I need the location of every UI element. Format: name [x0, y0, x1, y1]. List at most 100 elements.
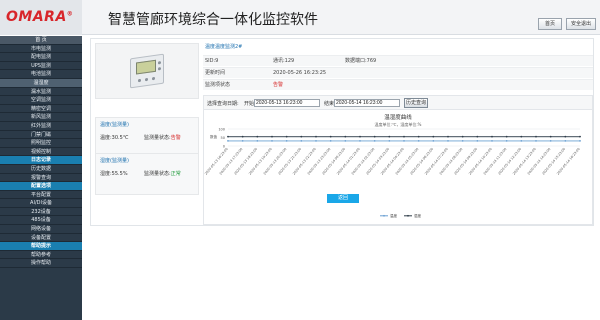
- data-point: [256, 135, 259, 138]
- sidebar-item[interactable]: 视频控制: [0, 148, 82, 157]
- sidebar-item[interactable]: 帮助参考: [0, 251, 82, 260]
- data-point: [388, 135, 391, 138]
- data-point: [564, 140, 567, 142]
- sidebar-item[interactable]: 精密空调: [0, 105, 82, 114]
- data-point: [403, 135, 405, 138]
- temperature-value: 温度:30.5℃: [100, 135, 129, 141]
- humidity-line: 湿度:55.5% 监测量状态:正常: [100, 170, 181, 177]
- state-label: 监测项状态: [205, 82, 231, 88]
- data-point: [227, 135, 229, 138]
- query-label: 选择查询日期:: [207, 101, 239, 107]
- app-title: 智慧管廊环境综合一体化监控软件: [108, 12, 318, 28]
- sidebar-item[interactable]: 平台配置: [0, 191, 82, 200]
- sidebar-item[interactable]: 操作帮助: [0, 259, 82, 269]
- sidebar-item[interactable]: 历史数据: [0, 165, 82, 174]
- sidebar-item[interactable]: 首 页: [0, 36, 82, 45]
- data-point: [520, 140, 523, 142]
- humidity-status: 监测量状态:正常: [144, 171, 181, 177]
- query-bar: 选择查询日期: 开始 结束 历史查询: [204, 96, 592, 110]
- data-point: [359, 135, 361, 138]
- end-label: 结束: [324, 101, 335, 107]
- data-point: [549, 135, 552, 138]
- data-point: [256, 140, 259, 142]
- device-button-icon: [158, 67, 161, 71]
- state-value: 告警: [273, 82, 284, 88]
- update-label: 更新时间: [205, 70, 226, 76]
- sidebar-item[interactable]: 报警查询: [0, 174, 82, 183]
- legend-marker: [383, 214, 385, 217]
- sidebar-item[interactable]: 485设备: [0, 216, 82, 226]
- start-date-input[interactable]: [254, 99, 320, 107]
- data-point: [461, 135, 464, 138]
- device-button-icon: [152, 76, 155, 81]
- sidebar-item[interactable]: 网络设备: [0, 225, 82, 234]
- sidebar-item[interactable]: 照明监控: [0, 139, 82, 148]
- info-row-state: 监测项状态 告警: [203, 79, 593, 90]
- sidebar-item[interactable]: 电池监测: [0, 70, 82, 79]
- legend-label: 温度: [390, 213, 398, 218]
- app-header: OMARA® 智慧管廊环境综合一体化监控软件 首页 安全退出: [0, 0, 600, 35]
- data-point: [271, 140, 273, 142]
- sidebar-item[interactable]: 配置选项: [0, 182, 82, 191]
- data-point: [579, 140, 581, 142]
- address-value: 通讯:129: [273, 58, 295, 64]
- data-point: [315, 135, 317, 138]
- sidebar-item[interactable]: 新风监测: [0, 113, 82, 122]
- data-point: [579, 135, 581, 138]
- sidebar-item[interactable]: 设备配置: [0, 234, 82, 243]
- sidebar-item[interactable]: 市电监测: [0, 45, 82, 54]
- data-point: [388, 140, 391, 142]
- data-point: [329, 135, 332, 138]
- start-label: 开始: [244, 101, 255, 107]
- data-point: [344, 135, 347, 138]
- data-point: [227, 140, 229, 142]
- temperature-card-title: 温度(监测量): [100, 122, 129, 128]
- sidebar-item[interactable]: 漏水监测: [0, 88, 82, 97]
- sidebar-item[interactable]: 日志记录: [0, 156, 82, 165]
- home-button[interactable]: 首页: [538, 18, 562, 30]
- device-image-box: [95, 43, 199, 99]
- data-point: [329, 140, 332, 142]
- device-button-icon: [138, 78, 141, 83]
- data-point: [285, 140, 288, 142]
- data-point: [417, 135, 420, 138]
- sidebar-item[interactable]: 配电监测: [0, 53, 82, 62]
- end-date-input[interactable]: [334, 99, 400, 107]
- sidebar-item[interactable]: 红外监测: [0, 122, 82, 131]
- exit-button[interactable]: 安全退出: [566, 18, 596, 30]
- temperature-status: 监测量状态:告警: [144, 135, 181, 141]
- sidebar-item[interactable]: 帮助提示: [0, 242, 82, 251]
- sidebar-item[interactable]: 门禁门磁: [0, 131, 82, 140]
- y-axis-label: 数值: [210, 134, 217, 139]
- data-point: [241, 135, 244, 138]
- thermostat-device-icon: [130, 53, 164, 89]
- device-info: 温度温度监测2# SID:9 通讯:129 数据端口:769 更新时间 2020…: [203, 41, 593, 93]
- sidebar-item[interactable]: 232设备: [0, 208, 82, 217]
- data-point: [285, 135, 288, 138]
- back-button[interactable]: 返回: [327, 194, 359, 203]
- sidebar-nav: 首 页市电监测 配电监测 UPS监测 电池监测 温湿度 漏水监测 空调监测 精密空调 新风监测红…: [0, 36, 82, 320]
- data-point: [300, 140, 303, 142]
- device-screen: [136, 59, 156, 75]
- data-point: [447, 140, 449, 142]
- device-button-icon: [145, 77, 148, 82]
- data-point: [359, 140, 361, 142]
- sidebar-item[interactable]: AI/DI设备: [0, 199, 82, 208]
- logo-text: OMARA®: [6, 9, 74, 25]
- sidebar-item[interactable]: 空调监测: [0, 96, 82, 105]
- chart-title: 温湿度曲线: [384, 115, 412, 121]
- sidebar-item[interactable]: 温湿度: [0, 78, 82, 88]
- device-button-icon: [158, 61, 161, 65]
- data-point: [271, 135, 273, 138]
- history-query-button[interactable]: 历史查询: [404, 98, 428, 108]
- data-point: [417, 140, 420, 142]
- data-point: [300, 135, 303, 138]
- logo: OMARA®: [0, 0, 82, 35]
- data-point: [461, 140, 464, 142]
- sid-value: SID:9: [205, 58, 219, 64]
- legend-label: 湿度: [414, 213, 422, 218]
- data-point: [491, 135, 493, 138]
- legend-marker: [407, 214, 409, 217]
- data-point: [315, 140, 317, 142]
- sidebar-item[interactable]: UPS监测: [0, 62, 82, 71]
